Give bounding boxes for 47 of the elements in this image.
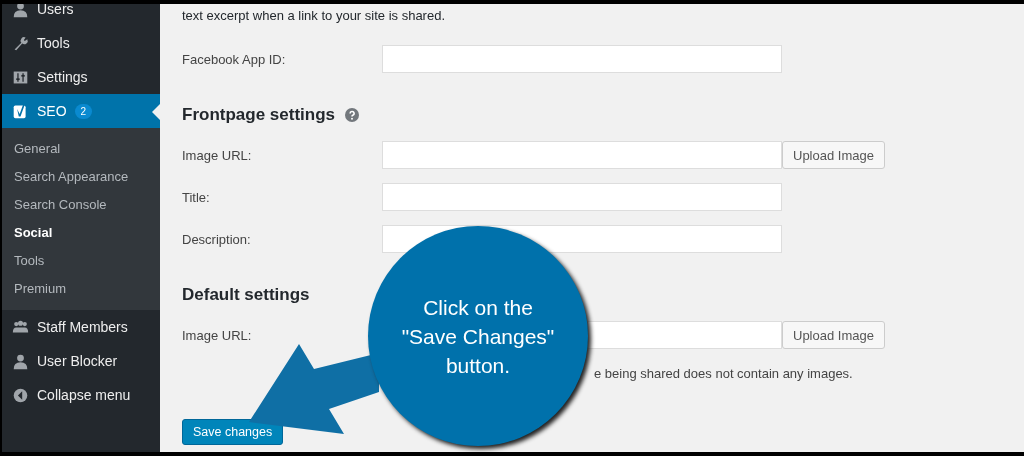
submenu-item[interactable]: Search Appearance — [2, 163, 160, 191]
field-label: Image URL: — [182, 327, 253, 343]
count-badge: 2 — [74, 103, 93, 119]
hint-text: e being shared does not contain any images. — [594, 366, 854, 382]
menu-item[interactable]: User Blocker — [2, 344, 160, 378]
menu-label: Tools — [37, 35, 70, 51]
help-icon[interactable] — [345, 108, 359, 122]
upload-button[interactable]: Upload Image — [782, 321, 885, 349]
input-field[interactable] — [382, 45, 782, 73]
submenu-item[interactable]: Search Console — [2, 191, 160, 219]
description-text: text excerpt when a link to your site is shared. — [182, 8, 446, 24]
menu-item[interactable]: Collapse menu — [2, 378, 160, 412]
field-label: Title: — [182, 189, 211, 205]
section-heading: Default settings — [182, 285, 310, 305]
submenu-item[interactable]: Tools — [2, 247, 160, 275]
callout-text: Click on the — [423, 294, 533, 321]
input-field[interactable] — [587, 321, 782, 349]
field-label: Description: — [182, 231, 252, 247]
menu-label: Collapse menu — [37, 387, 131, 403]
section-heading: Frontpage settings — [182, 105, 335, 125]
save-button[interactable]: Save changes — [182, 419, 284, 445]
submenu-item[interactable]: Premium — [2, 275, 160, 303]
menu-item[interactable]: Tools — [2, 26, 160, 60]
callout-text: "Save Changes" — [401, 323, 555, 350]
menu-item[interactable]: SEO 2 — [2, 94, 160, 128]
wrench-icon — [12, 34, 29, 52]
field-label: Image URL: — [182, 147, 253, 163]
menu-label: Staff Members — [37, 319, 128, 335]
upload-button[interactable]: Upload Image — [782, 141, 885, 169]
menu-item[interactable]: Staff Members — [2, 310, 160, 344]
y-logo-icon — [12, 102, 29, 120]
menu-label: Users — [37, 4, 74, 17]
submenu-item[interactable]: Social — [2, 219, 160, 247]
menu-label: SEO — [37, 103, 67, 119]
user-icon — [12, 352, 29, 370]
menu-label: User Blocker — [37, 353, 118, 369]
menu-item[interactable]: Users — [2, 4, 160, 26]
callout-text: button. — [445, 352, 511, 379]
collapse-icon — [12, 386, 29, 404]
input-field[interactable] — [382, 183, 782, 211]
input-field[interactable] — [382, 141, 782, 169]
users-icon — [12, 4, 29, 18]
submenu-item[interactable]: General — [2, 135, 160, 163]
menu-label: Settings — [37, 69, 88, 85]
field-label: Facebook App ID: — [182, 51, 287, 67]
menu-item[interactable]: Settings — [2, 60, 160, 94]
people-icon — [12, 318, 29, 336]
